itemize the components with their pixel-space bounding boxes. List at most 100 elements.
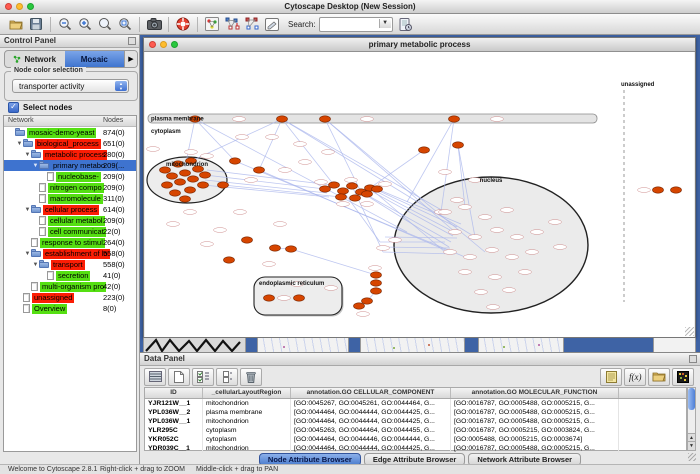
node-label-oval[interactable]	[469, 235, 482, 240]
graph-node[interactable]	[372, 186, 383, 192]
layout-network-2-icon[interactable]	[243, 16, 261, 33]
tree-row[interactable]: unassigned223(0)	[4, 292, 136, 303]
node-label-oval[interactable]	[147, 147, 160, 152]
delete-attribute-trash-icon[interactable]	[240, 368, 262, 386]
zoom-selected-region-icon[interactable]	[116, 16, 134, 33]
node-label-oval[interactable]	[451, 198, 464, 203]
attribute-table-header[interactable]: ID_cellularLayoutRegionannotation.GO CEL…	[145, 388, 686, 399]
tree-row[interactable]: cellular metabol209(0)	[4, 215, 136, 226]
tree-row-label[interactable]: nitrogen compo	[48, 183, 104, 193]
graph-node[interactable]	[671, 187, 682, 193]
window-controls[interactable]	[5, 3, 34, 10]
node-label-oval[interactable]	[266, 135, 279, 140]
node-label-oval[interactable]	[245, 178, 258, 183]
node-label-oval[interactable]	[549, 220, 562, 225]
column-header[interactable]: annotation.GO MOLECULAR_FUNCTION	[451, 388, 619, 398]
tree-row-label[interactable]: secretion	[56, 271, 90, 281]
tree-row-label[interactable]: establishment of lo	[43, 249, 110, 259]
tree-row[interactable]: macromolecule311(0)	[4, 193, 136, 204]
node-label-oval[interactable]	[554, 245, 567, 250]
select-nodes-checkbox[interactable]: ✓	[8, 102, 19, 113]
select-attributes-icon[interactable]	[192, 368, 214, 386]
graph-node[interactable]	[350, 195, 361, 201]
expand-triangle-icon[interactable]: ▼	[16, 141, 23, 147]
tree-row-label[interactable]: biological_process	[35, 139, 101, 149]
tree-row[interactable]: ▼establishment of lo558(0)	[4, 248, 136, 259]
node-label-oval[interactable]	[511, 235, 524, 240]
node-label-oval[interactable]	[201, 154, 214, 159]
graph-node[interactable]	[185, 187, 196, 193]
tree-row[interactable]: response to stimul264(0)	[4, 237, 136, 248]
graph-node[interactable]	[371, 288, 382, 294]
search-dropdown-arrow-icon[interactable]: ▼	[379, 19, 391, 28]
tab-mosaic[interactable]: Mosaic	[65, 51, 125, 67]
graph-node[interactable]	[200, 172, 211, 178]
graph-node[interactable]	[224, 257, 235, 263]
node-label-oval[interactable]	[322, 150, 335, 155]
node-label-oval[interactable]	[519, 270, 532, 275]
graph-node[interactable]	[336, 194, 347, 200]
attribute-matrix-icon[interactable]	[672, 368, 694, 386]
node-label-oval[interactable]	[361, 117, 374, 122]
search-input[interactable]: ▼	[319, 17, 393, 32]
help-lifebuoy-icon[interactable]	[174, 16, 192, 33]
expand-triangle-icon[interactable]: ▼	[24, 207, 31, 213]
tree-row[interactable]: mosaic-demo-yeast874(0)	[4, 127, 136, 138]
expand-triangle-icon[interactable]: ▼	[32, 163, 39, 169]
graph-node[interactable]	[320, 186, 331, 192]
node-label-oval[interactable]	[389, 238, 402, 243]
tree-row-label[interactable]: cellular metabol	[48, 216, 105, 226]
column-header[interactable]: annotation.GO CELLULAR_COMPONENT	[291, 388, 451, 398]
close-icon[interactable]	[149, 41, 156, 48]
tree-row[interactable]: ▼transport558(0)	[4, 259, 136, 270]
network-view-window[interactable]: primary metabolic process plasma membran…	[143, 37, 696, 338]
tree-row-label[interactable]: primary metabo	[51, 161, 107, 171]
graph-node[interactable]	[371, 272, 382, 278]
minimize-icon[interactable]	[160, 41, 167, 48]
edge[interactable]	[325, 119, 455, 232]
table-scrollbar[interactable]: ▲ ▼	[687, 387, 696, 451]
node-label-oval[interactable]	[236, 135, 249, 140]
edge[interactable]	[370, 150, 424, 188]
node-label-oval[interactable]	[361, 202, 374, 207]
attribute-table-icon[interactable]	[144, 368, 166, 386]
graph-node[interactable]	[653, 187, 664, 193]
graph-node[interactable]	[180, 196, 191, 202]
column-header[interactable]: ID	[145, 388, 203, 398]
tree-row-label[interactable]: Overview	[32, 304, 67, 314]
node-label-oval[interactable]	[439, 170, 452, 175]
graph-node[interactable]	[329, 182, 340, 188]
tree-row[interactable]: nucleobase-209(0)	[4, 171, 136, 182]
scroll-down-icon[interactable]: ▼	[688, 441, 695, 450]
tree-row-label[interactable]: cellular process	[43, 205, 99, 215]
node-label-oval[interactable]	[531, 230, 544, 235]
edge[interactable]	[282, 119, 445, 212]
minimize-window-button[interactable]	[16, 3, 23, 10]
graph-node[interactable]	[371, 280, 382, 286]
scrollbar-thumb[interactable]	[688, 388, 695, 410]
node-label-oval[interactable]	[459, 270, 472, 275]
expand-triangle-icon[interactable]: ▼	[24, 152, 31, 158]
graph-node[interactable]	[218, 182, 229, 188]
node-label-oval[interactable]	[377, 246, 390, 251]
node-label-oval[interactable]	[233, 117, 246, 122]
tree-row[interactable]: nitrogen compo209(0)	[4, 182, 136, 193]
node-label-oval[interactable]	[464, 255, 477, 260]
float-panel-icon[interactable]	[689, 355, 697, 363]
table-row[interactable]: YPL036W__1mitochondrion[GO:0044464, GO:0…	[145, 417, 686, 426]
graph-node[interactable]	[354, 303, 365, 309]
node-label-oval[interactable]	[638, 188, 651, 193]
background-windows-strip[interactable]	[143, 338, 696, 352]
tree-row[interactable]: Overview8(0)	[4, 303, 136, 314]
tab-network[interactable]: Network	[5, 51, 65, 67]
node-label-oval[interactable]	[315, 180, 328, 185]
table-row[interactable]: YKR052Ccytoplasm[GO:0044464, GO:0044446,…	[145, 435, 686, 444]
table-row[interactable]: YLR295Ccytoplasm[GO:0045263, GO:0044464,…	[145, 426, 686, 435]
node-label-oval[interactable]	[439, 210, 452, 215]
node-label-oval[interactable]	[274, 222, 287, 227]
node-label-oval[interactable]	[459, 205, 472, 210]
node-label-oval[interactable]	[506, 255, 519, 260]
node-label-oval[interactable]	[185, 150, 198, 155]
attribute-editor-icon[interactable]	[600, 368, 622, 386]
tree-row[interactable]: secretion41(0)	[4, 270, 136, 281]
